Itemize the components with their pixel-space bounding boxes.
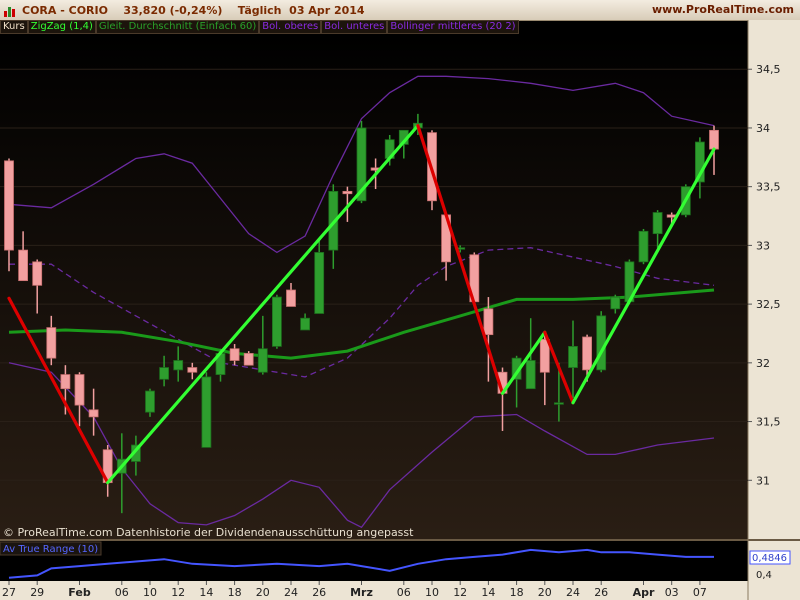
y-tick-label: 31,5: [756, 416, 781, 429]
candle-body: [145, 390, 155, 413]
candle-body: [709, 129, 719, 150]
candle[interactable]: [638, 228, 649, 265]
x-tick-label: 24: [284, 586, 298, 599]
candle-body: [4, 160, 14, 251]
x-tick-label: 18: [510, 586, 524, 599]
x-tick-label: Mrz: [350, 586, 373, 599]
candle[interactable]: [596, 311, 607, 373]
candle[interactable]: [271, 294, 282, 349]
y-tick-label: 32,5: [756, 298, 781, 311]
candle[interactable]: [201, 372, 212, 448]
x-tick-label: 12: [171, 586, 185, 599]
candle-body: [74, 374, 85, 406]
candle-body: [173, 360, 184, 371]
x-tick-label: 26: [594, 586, 608, 599]
y-tick-label: 32: [756, 357, 770, 370]
x-tick-label: 24: [566, 586, 580, 599]
x-tick-label: 06: [115, 586, 129, 599]
x-tick-label: Apr: [633, 586, 655, 599]
candle-body: [159, 367, 170, 380]
x-tick-label: 12: [453, 586, 467, 599]
atr-panel-bg: [0, 541, 748, 581]
candle-body: [652, 212, 663, 235]
candle-body: [582, 336, 592, 371]
candle-body: [88, 409, 99, 418]
candle-body: [300, 317, 311, 331]
y-tick-label: 33,5: [756, 181, 781, 194]
x-tick-label: 07: [693, 586, 707, 599]
candle-body: [596, 315, 607, 371]
candle-body: [638, 230, 649, 263]
x-tick-label: Feb: [68, 586, 91, 599]
candle-body: [286, 289, 296, 307]
candle-body: [342, 190, 353, 195]
footer-note: © ProRealTime.com Datenhistorie der Divi…: [3, 526, 414, 539]
x-tick-label: 10: [425, 586, 439, 599]
x-tick-label: 14: [481, 586, 495, 599]
candle-body: [46, 327, 57, 359]
x-tick-label: 18: [228, 586, 242, 599]
y-tick-label: 34: [756, 122, 770, 135]
candle-body: [271, 296, 282, 347]
candle-body: [60, 374, 71, 390]
candle[interactable]: [243, 351, 254, 366]
candle-body: [610, 296, 621, 310]
candle-body: [243, 353, 254, 366]
candle-body: [257, 348, 268, 373]
candle-body: [201, 376, 212, 448]
price-chart[interactable]: 34,5 34 33,5 33 32,5 32 31,5 31 27 29 Feb 06 10 12 14…: [0, 0, 800, 600]
candle-body: [314, 252, 325, 314]
x-tick-label: 20: [538, 586, 552, 599]
candle-body: [554, 402, 564, 405]
candle-body: [187, 367, 198, 373]
atr-title[interactable]: Av True Range (10): [3, 544, 98, 555]
candle-body: [18, 249, 29, 282]
x-tick-label: 20: [256, 586, 270, 599]
y-tick-label: 31: [756, 474, 770, 487]
x-tick-label: 26: [312, 586, 326, 599]
y-tick-label: 34,5: [756, 63, 781, 76]
x-tick-label: 14: [199, 586, 213, 599]
y-tick-label: 33: [756, 239, 770, 252]
candle-body: [525, 360, 536, 390]
x-tick-label: 29: [30, 586, 44, 599]
x-tick-label: 10: [143, 586, 157, 599]
x-tick-label: 27: [2, 586, 16, 599]
x-tick-label: 06: [397, 586, 411, 599]
atr-y-tick: 0,4: [756, 570, 772, 581]
candle-body: [229, 348, 240, 361]
candle-body: [483, 308, 494, 336]
candle-body: [32, 261, 43, 286]
candle-body: [568, 345, 578, 368]
x-tick-label: 03: [665, 586, 679, 599]
atr-last-value: 0,4846: [752, 553, 787, 564]
